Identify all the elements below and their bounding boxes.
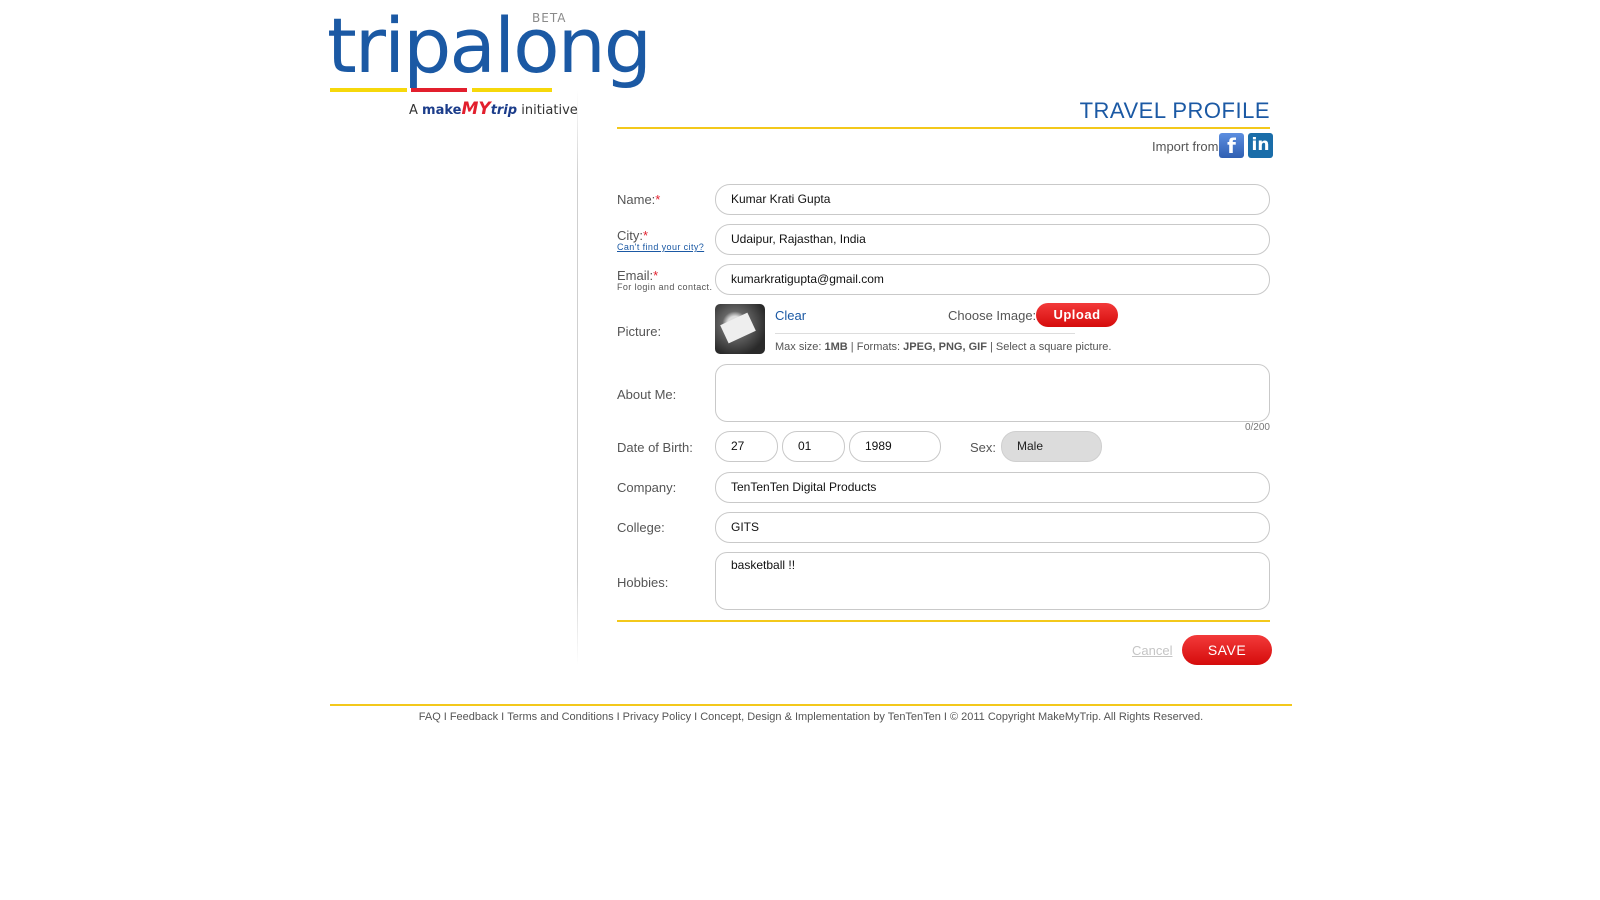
footer-link-privacy[interactable]: Privacy Policy — [623, 711, 691, 723]
college-label: College: — [617, 520, 665, 535]
dob-day-input[interactable]: 27 — [715, 431, 778, 462]
save-button[interactable]: SAVE — [1182, 635, 1272, 665]
profile-picture-thumbnail — [715, 304, 765, 354]
import-from-label: Import from — [1152, 139, 1219, 154]
sex-label: Sex: — [970, 440, 997, 455]
picture-help-text: Max size: 1MB | Formats: JPEG, PNG, GIF … — [775, 341, 1112, 353]
about-me-label: About Me: — [617, 387, 677, 402]
tagline-prefix: A — [409, 103, 418, 118]
city-label: City:* — [617, 228, 649, 243]
footer-link-faq[interactable]: FAQ — [419, 711, 441, 723]
footer-link-terms[interactable]: Terms and Conditions — [507, 711, 613, 723]
college-input[interactable]: GITS — [715, 512, 1270, 543]
footer-link-feedback[interactable]: Feedback — [450, 711, 498, 723]
vertical-divider — [577, 90, 578, 665]
tagline-make: make — [422, 103, 462, 118]
footer-separator: I — [501, 711, 505, 723]
name-label: Name:* — [617, 192, 661, 207]
dob-label: Date of Birth: — [617, 440, 693, 455]
makemytrip-tagline: A makeMYtrip initiative — [409, 99, 578, 119]
upload-button[interactable]: Upload — [1036, 303, 1118, 327]
footer-separator: I — [443, 711, 447, 723]
hobbies-label: Hobbies: — [617, 575, 669, 590]
picture-divider — [775, 333, 1075, 334]
clear-picture-link[interactable]: Clear — [775, 308, 806, 323]
sex-select[interactable]: Male — [1001, 431, 1102, 462]
name-input[interactable]: Kumar Krati Gupta — [715, 184, 1270, 215]
cancel-link[interactable]: Cancel — [1132, 643, 1172, 658]
logo-bar-yellow-right — [472, 88, 552, 92]
footer-separator: I — [694, 711, 698, 723]
footer: FAQ I Feedback I Terms and Conditions I Privac… — [330, 711, 1292, 723]
footer-copyright: © 2011 Copyright MakeMyTrip. All Rights … — [949, 711, 1204, 723]
form-bottom-divider — [617, 620, 1270, 622]
tagline-my: MY — [461, 99, 491, 119]
about-me-textarea[interactable] — [715, 364, 1270, 422]
page-title: TRAVEL PROFILE — [1079, 98, 1270, 123]
email-note: For login and contact. — [617, 282, 713, 292]
title-underline — [617, 127, 1270, 129]
hobbies-textarea[interactable]: basketball !! — [715, 552, 1270, 610]
footer-separator: I — [616, 711, 620, 723]
footer-link-credits[interactable]: Concept, Design & Implementation by TenT… — [700, 711, 941, 723]
linkedin-icon[interactable]: in — [1248, 133, 1273, 158]
company-label: Company: — [617, 480, 677, 495]
logo-bar-yellow-left — [330, 88, 407, 92]
choose-image-label: Choose Image: — [948, 308, 1037, 323]
company-input[interactable]: TenTenTen Digital Products — [715, 472, 1270, 503]
city-input[interactable]: Udaipur, Rajasthan, India — [715, 224, 1270, 255]
tripalong-logo[interactable]: tripalong — [327, 0, 652, 94]
facebook-icon[interactable]: f — [1219, 133, 1244, 158]
footer-divider — [330, 704, 1292, 706]
tagline-suffix: initiative — [521, 103, 578, 118]
picture-label: Picture: — [617, 324, 662, 339]
tagline-trip: trip — [490, 103, 518, 118]
email-input[interactable]: kumarkratigupta@gmail.com — [715, 264, 1270, 295]
footer-separator: I — [943, 711, 947, 723]
logo-bar-red — [411, 88, 467, 92]
cant-find-city-link[interactable]: Can't find your city? — [617, 242, 704, 252]
email-label: Email:* — [617, 268, 659, 283]
dob-year-input[interactable]: 1989 — [849, 431, 941, 462]
dob-month-input[interactable]: 01 — [782, 431, 845, 462]
about-me-char-counter: 0/200 — [1244, 422, 1270, 433]
